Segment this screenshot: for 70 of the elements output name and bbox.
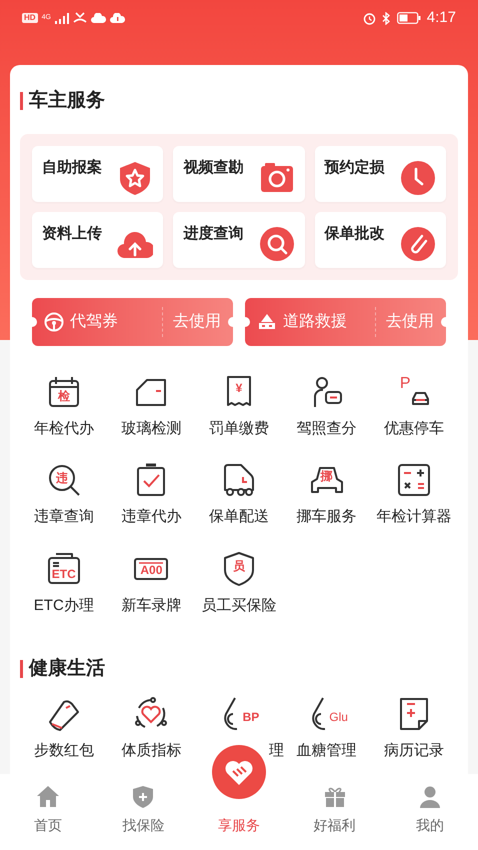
bluetooth-icon [382,12,391,24]
service-label[interactable]: 员工买保险 [201,594,276,617]
home-icon [36,785,60,809]
coupon-title: 代驾券 [70,312,118,332]
service-label[interactable]: ETC办理 [34,594,94,617]
drop-icon [312,696,326,730]
parking-car-icon [411,392,430,404]
service-tile[interactable]: 保单批改 [314,212,446,268]
coupon-notch [441,316,446,326]
person-icon [418,785,442,809]
service-tile[interactable]: 资料上传 [32,212,164,268]
icon-text: BP [242,710,260,724]
icon-text: 检 [56,388,71,402]
search-icon [258,226,295,262]
section-title: 健康生活 [29,656,105,681]
gift-icon [322,785,347,809]
service-label[interactable]: 步数红包 [34,740,94,762]
icon-text: ETC [50,566,77,580]
service-label[interactable]: 理 [269,740,284,762]
coupon-notch [32,316,37,326]
nav-tab[interactable]: 首页 [34,785,62,836]
drop-icon [224,696,238,730]
coupon-notch [245,316,250,326]
service-tile[interactable]: 预约定损 [314,146,446,202]
hd-badge: HD [22,13,38,23]
tow-truck-icon [257,312,277,332]
service-label[interactable]: 玻璃检测 [121,418,182,440]
service-label[interactable]: 保单配送 [208,506,269,528]
nav-tab[interactable]: 好福利 [314,785,356,836]
service-label[interactable]: 血糖管理 [296,740,357,762]
steering-wheel-icon [44,312,64,332]
service-tile[interactable]: 进度查询 [173,212,305,268]
icon-text: ¥ [234,380,244,394]
nav-tab[interactable]: 享服务 [218,815,260,836]
icon-text: A00 [139,562,164,576]
clock-icon [400,160,436,196]
coupon-title: 道路救援 [283,312,347,332]
icon-text: Glu [328,710,349,724]
icon-text: P [398,374,412,392]
etc-card-icon [46,550,82,586]
service-label[interactable]: 年检计算器 [376,506,452,528]
service-tile[interactable]: 自助报案 [32,146,164,202]
service-label[interactable]: 新车录牌 [121,594,182,617]
service-label[interactable]: 优惠停车 [384,418,444,440]
battery-icon [396,12,421,24]
icon-text: 员 [232,558,246,572]
service-label[interactable]: 罚单缴费 [208,418,269,440]
shield-plus-icon [131,785,156,809]
service-label[interactable]: 年检代办 [34,418,94,440]
status-time: 4:17 [426,8,456,28]
cloud-icon [110,13,125,23]
icon-text: 违 [54,471,69,485]
service-label[interactable]: 挪车服务 [296,506,357,528]
nav-tab[interactable]: 我的 [416,785,444,836]
section-title: 车主服务 [29,88,105,113]
coupon-notch [228,316,233,326]
paperclip-icon [400,226,436,262]
nav-tab[interactable]: 找保险 [122,785,164,836]
signal-icon [54,12,69,24]
cloud-icon [90,13,106,23]
service-label[interactable]: 驾照查分 [296,418,357,440]
alarm-icon [362,12,376,24]
service-label[interactable]: 违章查询 [34,506,94,528]
service-label[interactable]: 违章代办 [121,506,182,528]
missed-call-icon [72,12,87,24]
service-label[interactable]: 体质指标 [121,740,182,762]
service-label[interactable]: 病历记录 [384,740,444,762]
calculator-icon [396,462,432,498]
service-tile[interactable]: 视频查勘 [173,146,305,202]
icon-text: 挪 [319,469,334,483]
